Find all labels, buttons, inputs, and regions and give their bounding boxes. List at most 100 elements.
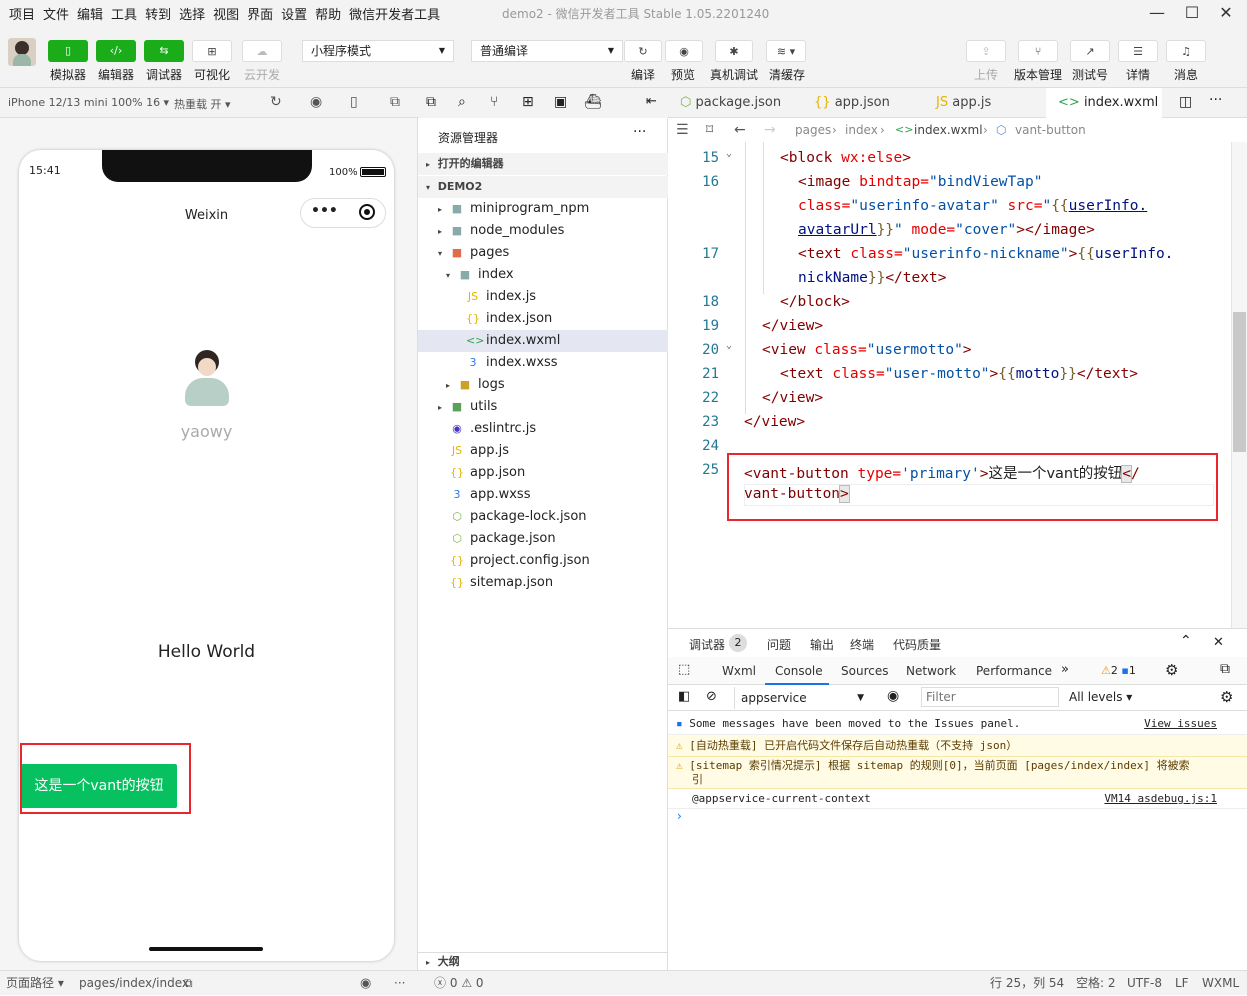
breadcrumb-item[interactable]: pages bbox=[795, 118, 831, 142]
eye-icon[interactable]: ◉ bbox=[887, 688, 899, 704]
tree-item-package-json[interactable]: ⬡ package.json bbox=[450, 528, 555, 550]
more-icon[interactable]: ··· bbox=[633, 124, 646, 140]
docker-icon[interactable]: ⛴ bbox=[584, 94, 602, 110]
user-avatar[interactable] bbox=[8, 38, 36, 66]
page-path-select[interactable]: 页面路径 ▾ bbox=[6, 971, 64, 996]
console-settings-icon[interactable]: ⚙ bbox=[1220, 688, 1233, 706]
version-button[interactable]: ⑂ bbox=[1018, 40, 1058, 62]
menu-file[interactable]: 文件 bbox=[39, 4, 73, 23]
device-select[interactable]: iPhone 12/13 mini 100% 16 ▾ bbox=[8, 96, 169, 109]
clear-console-icon[interactable]: ⊘ bbox=[706, 689, 717, 704]
search-icon[interactable]: ⌕ bbox=[458, 94, 466, 110]
copy-icon[interactable]: ⧉ bbox=[184, 971, 193, 996]
cloud-button[interactable]: ☁ bbox=[242, 40, 282, 62]
messages-button[interactable]: ♫ bbox=[1166, 40, 1206, 62]
debugger-button[interactable]: ⇆ bbox=[144, 40, 184, 62]
encoding[interactable]: UTF-8 bbox=[1127, 971, 1162, 996]
chevron-up-icon[interactable]: ⌃ bbox=[1180, 633, 1192, 649]
tree-item-package-lock[interactable]: ⬡ package-lock.json bbox=[450, 506, 586, 528]
phone-icon[interactable]: ▯ bbox=[350, 94, 358, 110]
sidebar-toggle-icon[interactable]: ◧ bbox=[678, 689, 690, 704]
clear-cache-button[interactable]: ≋ ▾ bbox=[766, 40, 806, 62]
details-button[interactable]: ☰ bbox=[1118, 40, 1158, 62]
tab-wxml[interactable]: Wxml bbox=[722, 664, 756, 678]
tab-network[interactable]: Network bbox=[906, 664, 956, 678]
tree-item-index-folder[interactable]: ▾ ■ index bbox=[446, 264, 514, 286]
visual-button[interactable]: ⊞ bbox=[192, 40, 232, 62]
menu-tools[interactable]: 工具 bbox=[107, 4, 141, 23]
close-capsule-icon[interactable] bbox=[359, 204, 375, 220]
issue-counts[interactable]: ⚠2 ▪1 bbox=[1101, 664, 1136, 677]
menu-help[interactable]: 帮助 bbox=[311, 4, 345, 23]
context-select[interactable]: appservice ▼ bbox=[734, 687, 872, 709]
minimize-icon[interactable]: — bbox=[1145, 3, 1169, 23]
tab-problems[interactable]: 问题 bbox=[767, 636, 791, 653]
eye-icon[interactable]: ◉ bbox=[360, 971, 371, 996]
source-control-icon[interactable]: ⑂ bbox=[490, 94, 498, 110]
compile-button[interactable]: ↻ bbox=[624, 40, 662, 62]
upload-button[interactable]: ⇪ bbox=[966, 40, 1006, 62]
log-levels-select[interactable]: All levels ▾ bbox=[1069, 690, 1132, 704]
tree-item-sitemap[interactable]: {} sitemap.json bbox=[450, 572, 553, 594]
back-arrow-icon[interactable]: ← bbox=[734, 118, 746, 142]
cursor-position[interactable]: 行 25，列 54 bbox=[990, 971, 1064, 996]
menu-project[interactable]: 项目 bbox=[5, 4, 39, 23]
tree-item-index-wxss[interactable]: 3 index.wxss bbox=[466, 352, 558, 374]
tab-performance[interactable]: Performance bbox=[976, 664, 1052, 678]
tab-terminal[interactable]: 终端 bbox=[850, 636, 874, 653]
fold-chevron-icon[interactable]: ⌄ bbox=[726, 340, 732, 351]
scrollbar-thumb[interactable] bbox=[1233, 312, 1246, 452]
tree-item-app-json[interactable]: {} app.json bbox=[450, 462, 525, 484]
forward-arrow-icon[interactable]: → bbox=[764, 118, 776, 142]
tab-code-quality[interactable]: 代码质量 bbox=[893, 636, 941, 653]
tab-sources[interactable]: Sources bbox=[841, 664, 888, 678]
list-icon[interactable]: ☰ bbox=[676, 118, 689, 142]
fold-chevron-icon[interactable]: ⌄ bbox=[726, 148, 732, 159]
close-window-icon[interactable]: ✕ bbox=[1214, 3, 1238, 23]
menu-wechat-devtools[interactable]: 微信开发者工具 bbox=[345, 4, 444, 23]
breadcrumb-item[interactable]: vant-button bbox=[1015, 118, 1086, 142]
tab-output[interactable]: 输出 bbox=[810, 636, 834, 653]
problems-summary[interactable]: ⓧ 0 ⚠ 0 bbox=[434, 971, 484, 996]
detach-icon[interactable]: ⧉ bbox=[390, 94, 400, 110]
tree-item-node-modules[interactable]: ▸ ■ node_modules bbox=[438, 220, 564, 242]
console-filter-input[interactable] bbox=[921, 687, 1059, 707]
hot-reload-select[interactable]: 热重载 开 ▾ bbox=[174, 96, 231, 112]
preview-button[interactable]: ◉ bbox=[665, 40, 703, 62]
tree-item-app-wxss[interactable]: 3 app.wxss bbox=[450, 484, 531, 506]
view-issues-link[interactable]: View issues bbox=[1144, 713, 1217, 735]
tab-debugger[interactable]: 调试器 bbox=[689, 636, 725, 653]
project-section[interactable]: ▾ DEMO2 bbox=[418, 176, 668, 198]
breadcrumb-item[interactable]: index bbox=[845, 118, 878, 142]
maximize-icon[interactable]: ☐ bbox=[1180, 3, 1204, 23]
remote-debug-button[interactable]: ✱ bbox=[715, 40, 753, 62]
more-tabs-icon[interactable]: » bbox=[1061, 662, 1069, 677]
inspect-icon[interactable]: ⬚ bbox=[678, 662, 690, 677]
menu-interface[interactable]: 界面 bbox=[243, 4, 277, 23]
tree-item-index-json[interactable]: {} index.json bbox=[466, 308, 552, 330]
editor-scrollbar[interactable] bbox=[1231, 142, 1247, 628]
tree-item-pages[interactable]: ▾ ■ pages bbox=[438, 242, 509, 264]
tree-item-miniprogram-npm[interactable]: ▸ ■ miniprogram_npm bbox=[438, 198, 589, 220]
console-prompt-icon[interactable]: › bbox=[677, 809, 682, 823]
more-icon[interactable]: ··· bbox=[1209, 92, 1222, 108]
tree-item-project-config[interactable]: {} project.config.json bbox=[450, 550, 590, 572]
tab-console[interactable]: Console bbox=[775, 664, 823, 678]
tree-item-index-wxml[interactable]: <> index.wxml bbox=[466, 330, 560, 352]
open-editors-section[interactable]: ▸ 打开的编辑器 bbox=[418, 153, 668, 175]
menu-settings[interactable]: 设置 bbox=[277, 4, 311, 23]
split-icon[interactable]: ⇤ bbox=[646, 94, 657, 109]
split-editor-icon[interactable]: ◫ bbox=[1179, 94, 1192, 110]
mode-select[interactable]: 小程序模式 ▼ bbox=[302, 40, 454, 62]
breadcrumb-item[interactable]: index.wxml bbox=[914, 118, 983, 142]
extensions-icon[interactable]: ⊞ bbox=[522, 94, 534, 110]
indent-spaces[interactable]: 空格: 2 bbox=[1076, 971, 1116, 996]
debug-panel-icon[interactable]: ▣ bbox=[554, 94, 567, 110]
simulator-button[interactable]: ▯ bbox=[48, 40, 88, 62]
close-panel-icon[interactable]: ✕ bbox=[1213, 635, 1224, 650]
eol[interactable]: LF bbox=[1175, 971, 1189, 996]
dock-icon[interactable]: ⧉ bbox=[1220, 661, 1230, 677]
bookmark-icon[interactable]: ⌑ bbox=[706, 118, 713, 142]
tree-item-logs[interactable]: ▸ ■ logs bbox=[446, 374, 505, 396]
tree-item-app-js[interactable]: JS app.js bbox=[450, 440, 509, 462]
